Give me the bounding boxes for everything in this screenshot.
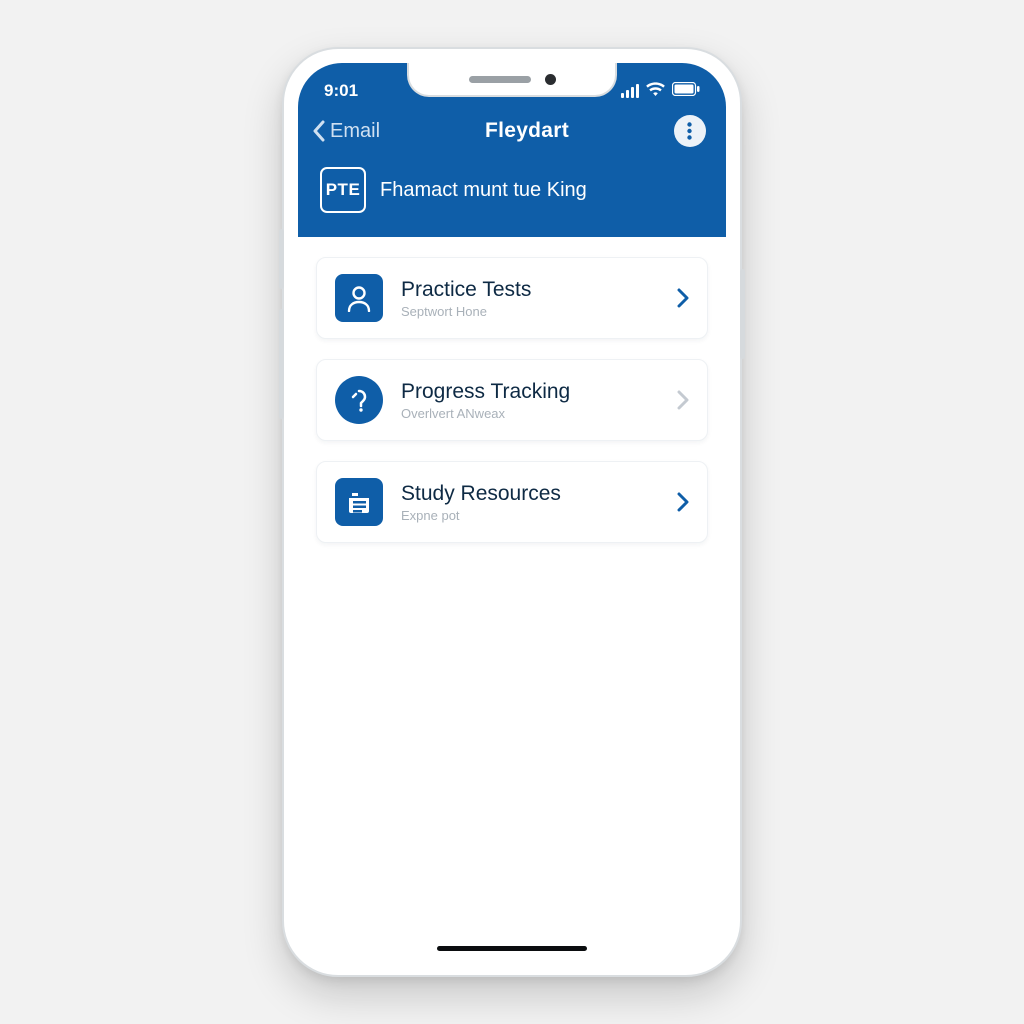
screen: 9:01 — [298, 63, 726, 961]
more-button[interactable] — [674, 115, 706, 147]
nav-bar: Email Fleydart — [298, 105, 726, 153]
person-icon — [335, 274, 383, 322]
card-title: Progress Tracking — [401, 380, 659, 404]
sub-header-text: Fhamact munt tue King — [380, 179, 587, 202]
status-time: 9:01 — [324, 81, 358, 101]
document-icon — [335, 478, 383, 526]
chevron-left-icon — [312, 120, 326, 142]
more-vertical-icon — [687, 122, 692, 140]
wifi-icon — [646, 81, 665, 101]
card-practice-tests[interactable]: Practice Tests Septwort Hone — [316, 257, 708, 339]
chevron-right-icon — [677, 492, 689, 512]
card-study-resources[interactable]: Study Resources Expne pot — [316, 461, 708, 543]
cellular-icon — [621, 84, 639, 98]
speaker-grille — [469, 76, 531, 83]
card-progress-tracking[interactable]: Progress Tracking Overlvert ANweax — [316, 359, 708, 441]
card-subtitle: Overlvert ANweax — [401, 406, 659, 421]
content-area: Practice Tests Septwort Hone Pro — [298, 237, 726, 961]
card-title: Practice Tests — [401, 278, 659, 302]
pte-badge: PTE — [320, 167, 366, 213]
back-label: Email — [330, 120, 380, 143]
card-subtitle: Expne pot — [401, 508, 659, 523]
badge-text: PTE — [326, 180, 361, 199]
notch — [407, 63, 617, 97]
activity-icon — [335, 376, 383, 424]
sub-header: PTE Fhamact munt tue King — [298, 153, 726, 219]
phone-frame: 9:01 — [282, 47, 742, 977]
home-indicator[interactable] — [437, 946, 587, 951]
card-subtitle: Septwort Hone — [401, 304, 659, 319]
back-button[interactable]: Email — [312, 120, 380, 143]
page-title: Fleydart — [485, 119, 569, 143]
card-title: Study Resources — [401, 482, 659, 506]
chevron-right-icon — [677, 390, 689, 410]
front-camera — [545, 74, 556, 85]
battery-icon — [672, 81, 700, 101]
chevron-right-icon — [677, 288, 689, 308]
